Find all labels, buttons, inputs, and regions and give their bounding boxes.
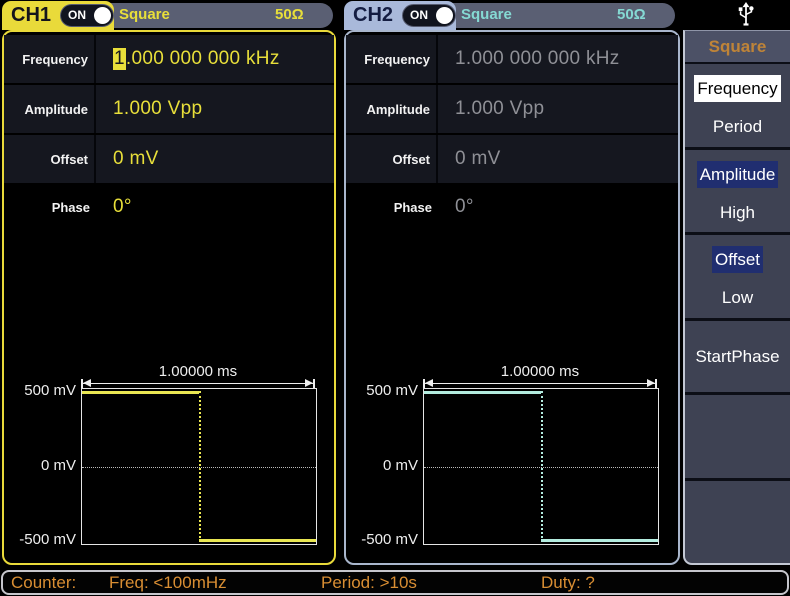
ch1-phase-value[interactable]: 0° [96, 192, 334, 222]
softkey-section-offset-low: Offset Low [685, 235, 790, 321]
counter-label: Counter: [11, 573, 76, 592]
softkey-section-frequency-period: Frequency Period [685, 64, 790, 150]
ch1-period-annotation: 1.00000 ms [81, 363, 315, 380]
ch1-phase-row[interactable]: Phase 0° [4, 192, 334, 222]
counter-duty-value: Duty: ? [541, 573, 595, 592]
ch1-phase-label: Phase [4, 192, 96, 222]
usb-icon [733, 1, 759, 28]
ch1-frequency-row[interactable]: Frequency 1.000 000 000 kHz [4, 35, 334, 83]
ch2-tab-label: CH2 [353, 4, 393, 27]
ch2-phase-row[interactable]: Phase 0° [346, 192, 678, 222]
ch1-amplitude-label: Amplitude [4, 85, 96, 133]
ch1-param-rows: Frequency 1.000 000 000 kHz Amplitude 1.… [4, 35, 334, 185]
ch1-square-trace-low [199, 539, 316, 542]
ch2-frequency-row[interactable]: Frequency 1.000 000 000 kHz [346, 35, 678, 83]
softkey-section-empty-1 [685, 395, 790, 481]
signal-generator-screen: CH1 ON Square 50Ω CH2 ON Square 50Ω [0, 0, 790, 596]
softkey-menu: Square Frequency Period Amplitude High O… [683, 30, 790, 565]
ch2-frequency-value[interactable]: 1.000 000 000 kHz [438, 35, 678, 83]
ch1-ymin-label: -500 mV [4, 531, 76, 548]
ch2-ymax-label: 500 mV [346, 382, 418, 399]
softkey-startphase[interactable]: StartPhase [692, 343, 782, 370]
ch1-ymax-label: 500 mV [4, 382, 76, 399]
ch2-waveform-preview: 1.00000 ms 500 mV 0 mV -500 mV [346, 362, 678, 557]
ch2-period-annotation: 1.00000 ms [423, 363, 657, 380]
ch2-waveform-label: Square [461, 6, 512, 23]
ch1-on-toggle[interactable]: ON [60, 4, 114, 27]
softkey-section-amplitude-high: Amplitude High [685, 150, 790, 236]
counter-freq-value: Freq: <100mHz [109, 573, 227, 592]
ch2-toggle-knob [436, 7, 453, 24]
ch2-impedance-label: 50Ω [617, 6, 646, 23]
ch2-ymin-label: -500 mV [346, 531, 418, 548]
ch2-square-trace-high [424, 391, 541, 394]
ch2-plot-box [423, 388, 659, 545]
ch1-offset-label: Offset [4, 135, 96, 183]
ch1-panel: Frequency 1.000 000 000 kHz Amplitude 1.… [2, 30, 336, 565]
ch2-phase-label: Phase [346, 192, 438, 222]
softkey-section-startphase: StartPhase [685, 321, 790, 396]
counter-period-value: Period: >10s [321, 573, 417, 592]
counter-status-bar: Counter: Freq: <100mHz Period: >10s Duty… [1, 570, 789, 595]
ch2-toggle-label: ON [410, 8, 428, 22]
ch2-amplitude-label: Amplitude [346, 85, 438, 133]
ch2-phase-value[interactable]: 0° [438, 192, 678, 222]
ch2-offset-row[interactable]: Offset 0 mV [346, 135, 678, 183]
softkey-high[interactable]: High [717, 199, 758, 226]
softkey-low[interactable]: Low [719, 284, 756, 311]
ch2-square-trace-edge [541, 391, 543, 542]
ch2-offset-value[interactable]: 0 mV [438, 135, 678, 183]
ch1-amplitude-value[interactable]: 1.000 Vpp [96, 85, 334, 133]
ch1-offset-value[interactable]: 0 mV [96, 135, 334, 183]
ch1-impedance-label: 50Ω [275, 6, 304, 23]
ch1-square-trace-high [82, 391, 199, 394]
softkey-section-empty-2 [685, 481, 790, 564]
softkey-menu-title: Square [685, 31, 790, 64]
ch1-amplitude-row[interactable]: Amplitude 1.000 Vpp [4, 85, 334, 133]
ch2-panel: Frequency 1.000 000 000 kHz Amplitude 1.… [344, 30, 680, 565]
ch1-tab-label: CH1 [11, 4, 51, 27]
ch2-offset-label: Offset [346, 135, 438, 183]
ch2-amplitude-row[interactable]: Amplitude 1.000 Vpp [346, 85, 678, 133]
ch2-amplitude-value[interactable]: 1.000 Vpp [438, 85, 678, 133]
ch2-on-toggle[interactable]: ON [402, 4, 456, 27]
ch1-waveform-preview: 1.00000 ms 500 mV 0 mV -500 mV [4, 362, 334, 557]
ch1-frequency-cursor: 1 [113, 48, 126, 70]
ch1-waveform-label: Square [119, 6, 170, 23]
softkey-offset[interactable]: Offset [712, 246, 763, 273]
softkey-amplitude[interactable]: Amplitude [697, 161, 779, 188]
ch1-offset-row[interactable]: Offset 0 mV [4, 135, 334, 183]
ch1-ymid-label: 0 mV [4, 457, 76, 474]
ch2-param-rows: Frequency 1.000 000 000 kHz Amplitude 1.… [346, 35, 678, 185]
ch1-plot-box [81, 388, 317, 545]
ch1-frequency-value[interactable]: 1.000 000 000 kHz [96, 35, 334, 83]
ch1-toggle-knob [94, 7, 111, 24]
ch1-toggle-label: ON [68, 8, 86, 22]
ch2-square-trace-low [541, 539, 658, 542]
ch1-header: CH1 ON Square 50Ω [2, 0, 336, 30]
ch2-header: CH2 ON Square 50Ω [344, 0, 680, 30]
ch1-frequency-label: Frequency [4, 35, 96, 83]
softkey-period[interactable]: Period [710, 113, 765, 140]
ch1-square-trace-edge [199, 391, 201, 542]
ch2-frequency-label: Frequency [346, 35, 438, 83]
ch2-ymid-label: 0 mV [346, 457, 418, 474]
ch1-frequency-value-rest: .000 000 000 kHz [126, 48, 280, 70]
softkey-frequency[interactable]: Frequency [694, 75, 780, 102]
